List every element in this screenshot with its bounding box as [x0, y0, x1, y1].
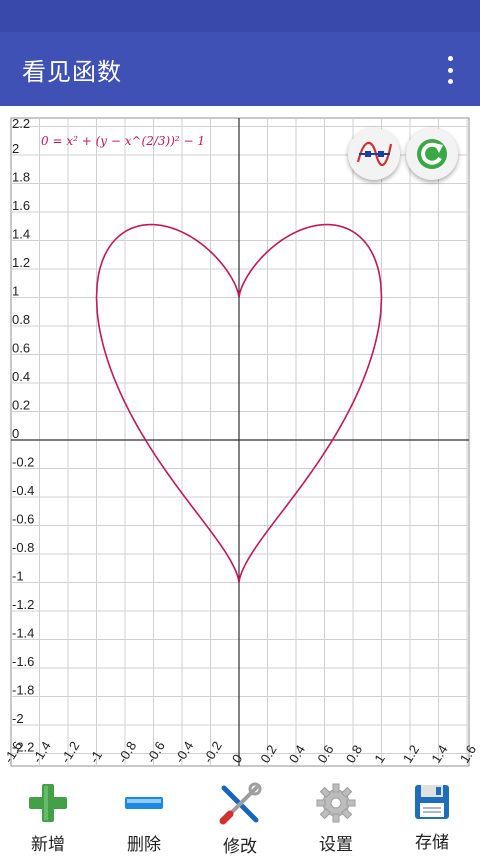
- x-tick-label: -1: [86, 748, 105, 766]
- save-button[interactable]: 存储: [384, 772, 480, 853]
- x-tick-label: -0.4: [172, 739, 197, 766]
- y-tick-label: 0: [12, 426, 19, 441]
- x-tick-label: 1.4: [428, 742, 450, 765]
- status-bar: [0, 0, 480, 32]
- menu-dot-icon: [447, 67, 453, 73]
- function-graph[interactable]: 2.221.81.61.41.210.80.60.40.20-0.2-0.4-0…: [0, 106, 480, 772]
- wave-icon: [356, 141, 393, 166]
- function-style-button[interactable]: [348, 128, 400, 180]
- x-tick-label: -0.6: [143, 739, 168, 766]
- y-tick-label: 1.6: [12, 198, 30, 213]
- y-tick-label: -0.6: [12, 512, 34, 527]
- x-tick-label: -1.2: [58, 739, 83, 766]
- x-tick-label: -0.8: [115, 739, 140, 766]
- y-tick-label: 1.4: [12, 227, 30, 242]
- y-tick-label: -0.8: [12, 540, 34, 555]
- x-tick-labels: -1.6 -1.4 -1.2 -1 -0.8 -0.6 -0.4 -0.2 0 0.2 0.4 0.6…: [1, 739, 479, 766]
- edit-button[interactable]: 修改: [192, 772, 288, 857]
- y-tick-label: 1.2: [12, 255, 30, 270]
- add-icon: [26, 782, 70, 824]
- y-tick-label: 1.8: [12, 170, 30, 185]
- y-tick-label: 0.8: [12, 312, 30, 327]
- menu-dot-icon: [447, 56, 453, 61]
- formula-label: 0 = x² + (y − x^(2/3))² − 1: [41, 134, 205, 148]
- y-tick-label: -1.4: [12, 626, 34, 641]
- axes: [11, 118, 469, 766]
- y-tick-label: 0.6: [12, 341, 30, 356]
- x-tick-label: 0.4: [286, 742, 308, 765]
- settings-button[interactable]: 设置: [288, 772, 384, 855]
- app-title: 看见函数: [22, 58, 122, 86]
- menu-dot-icon: [447, 79, 453, 84]
- delete-button[interactable]: 删除: [96, 772, 192, 855]
- y-tick-label: -0.2: [12, 455, 34, 470]
- app-bar: 看见函数: [0, 32, 480, 106]
- add-button[interactable]: 新增: [0, 772, 96, 855]
- y-tick-label: -1.2: [12, 597, 34, 612]
- tools-icon: [218, 782, 262, 826]
- graph-border: [10, 117, 470, 767]
- settings-label: 设置: [319, 835, 353, 855]
- minus-icon: [122, 782, 166, 824]
- y-tick-label: -1.8: [12, 683, 34, 698]
- grid-lines: [10, 117, 470, 767]
- y-tick-label: 0.4: [12, 369, 30, 384]
- y-tick-label: 0.2: [12, 398, 30, 413]
- x-tick-label: 1.6: [457, 742, 479, 765]
- y-tick-label: -1.6: [12, 654, 34, 669]
- x-tick-label: 0.8: [343, 742, 365, 765]
- y-tick-label: -1: [12, 569, 24, 584]
- y-tick-label: -2: [12, 711, 24, 726]
- gear-icon: [314, 782, 358, 824]
- x-tick-label: 0.6: [314, 742, 336, 765]
- add-label: 新增: [31, 835, 65, 855]
- y-tick-label: 2.2: [12, 116, 30, 131]
- refresh-icon: [417, 139, 447, 169]
- edit-label: 修改: [223, 837, 257, 857]
- bottom-toolbar: 新增 删除 修改 设置 存储: [0, 772, 480, 857]
- overflow-menu-button[interactable]: [438, 56, 462, 84]
- floppy-icon: [410, 782, 454, 822]
- delete-label: 删除: [127, 835, 161, 855]
- x-tick-label: 1.2: [400, 742, 422, 765]
- x-tick-label: -0.2: [200, 739, 225, 766]
- y-tick-label: 1: [12, 284, 19, 299]
- x-tick-label: 0.2: [257, 742, 279, 765]
- y-tick-label: -0.4: [12, 483, 34, 498]
- y-tick-label: 2: [12, 141, 19, 156]
- graph-area[interactable]: 2.2 2 1.8 1.6 1.4 1.2 1 0.8 0.6 0.4 0.2 0 -0.2 -0.4 -0…: [0, 106, 480, 772]
- refresh-button[interactable]: [406, 128, 458, 180]
- save-label: 存储: [415, 833, 449, 853]
